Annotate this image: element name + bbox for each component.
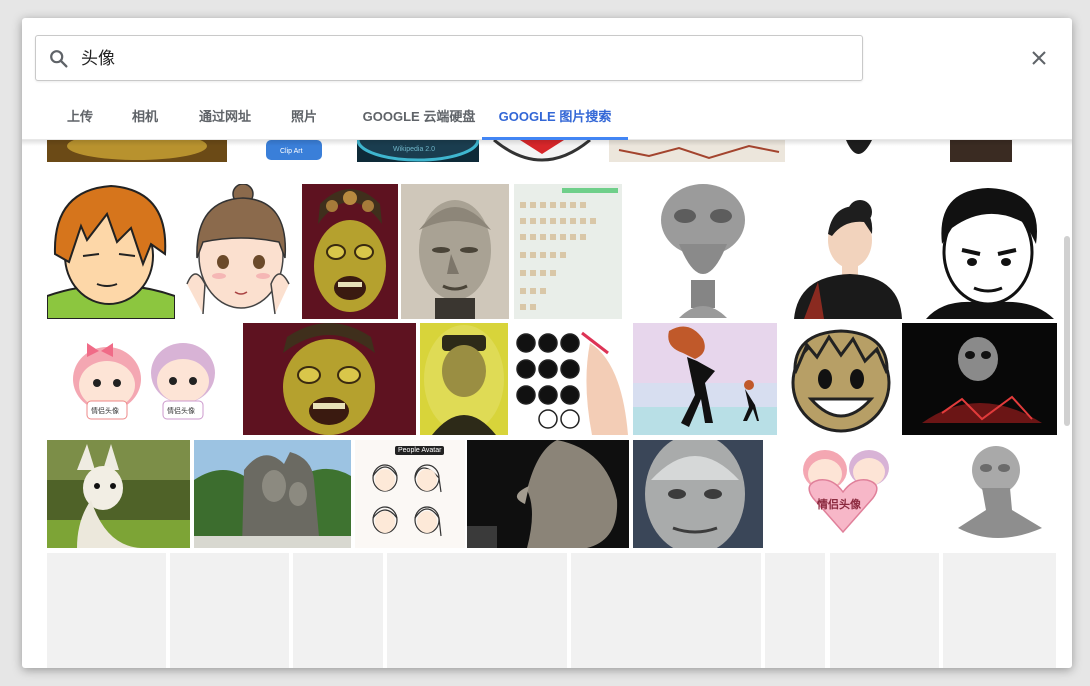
image-result[interactable]: 情侣头像 情侣头像 bbox=[47, 323, 243, 435]
image-result[interactable] bbox=[633, 323, 777, 435]
image-picker-dialog: 头像 上传 相机 通过网址 照片 GOOGLE 云端硬盘 GOOGLE 图片搜索… bbox=[22, 18, 1072, 668]
image-result[interactable] bbox=[194, 440, 351, 548]
image-placeholder bbox=[830, 553, 939, 668]
tab-google-image-search[interactable]: GOOGLE 图片搜索 bbox=[482, 100, 628, 140]
image-result[interactable] bbox=[926, 184, 1056, 319]
image-placeholder bbox=[943, 553, 1056, 668]
close-icon bbox=[1032, 51, 1046, 65]
search-value: 头像 bbox=[81, 49, 115, 68]
clip-art-label: Clip Art bbox=[280, 148, 303, 155]
results-scrollbar[interactable] bbox=[1064, 236, 1070, 426]
close-button[interactable] bbox=[1025, 44, 1053, 72]
image-result[interactable] bbox=[902, 323, 1057, 435]
image-result[interactable] bbox=[633, 440, 763, 548]
people-avatar-label: People Avatar bbox=[395, 446, 445, 455]
image-placeholder bbox=[571, 553, 761, 668]
image-result[interactable]: People Avatar bbox=[355, 440, 465, 548]
image-results-grid: Clip Art Wikipedia 2.0 情侣头像 情侣头像 People … bbox=[22, 140, 1072, 668]
image-result[interactable] bbox=[47, 184, 175, 319]
image-result[interactable] bbox=[784, 184, 906, 319]
tab-photos[interactable]: 照片 bbox=[272, 100, 336, 140]
couple-heart-text: 情侣头像 bbox=[817, 499, 861, 511]
image-result[interactable] bbox=[302, 184, 398, 319]
image-result[interactable] bbox=[175, 184, 301, 319]
tab-google-drive[interactable]: GOOGLE 云端硬盘 bbox=[340, 100, 498, 140]
search-input[interactable]: 头像 bbox=[35, 35, 863, 81]
image-result[interactable] bbox=[467, 440, 629, 548]
tab-by-url[interactable]: 通过网址 bbox=[182, 100, 268, 140]
image-placeholder bbox=[293, 553, 383, 668]
image-placeholder bbox=[47, 553, 166, 668]
couple-caption: 情侣头像 bbox=[167, 408, 195, 415]
image-result[interactable] bbox=[420, 323, 508, 435]
image-result[interactable] bbox=[514, 184, 622, 319]
tab-upload[interactable]: 上传 bbox=[48, 100, 112, 140]
image-result[interactable] bbox=[47, 440, 190, 548]
source-tabs: 上传 相机 通过网址 照片 GOOGLE 云端硬盘 GOOGLE 图片搜索 bbox=[22, 100, 1072, 140]
image-result[interactable] bbox=[401, 184, 509, 319]
image-result[interactable] bbox=[629, 184, 781, 319]
search-icon bbox=[50, 50, 68, 68]
image-result[interactable] bbox=[938, 440, 1057, 548]
image-result[interactable] bbox=[512, 323, 628, 435]
image-placeholder bbox=[387, 553, 567, 668]
image-placeholder bbox=[765, 553, 825, 668]
image-result[interactable]: 情侣头像 bbox=[767, 440, 921, 548]
wiki-label: Wikipedia 2.0 bbox=[393, 146, 436, 153]
couple-caption: 情侣头像 bbox=[91, 408, 119, 415]
image-result[interactable] bbox=[243, 323, 416, 435]
tab-camera[interactable]: 相机 bbox=[112, 100, 178, 140]
image-placeholder bbox=[170, 553, 289, 668]
image-result[interactable] bbox=[781, 323, 898, 435]
tabs-shadow bbox=[22, 140, 1072, 146]
